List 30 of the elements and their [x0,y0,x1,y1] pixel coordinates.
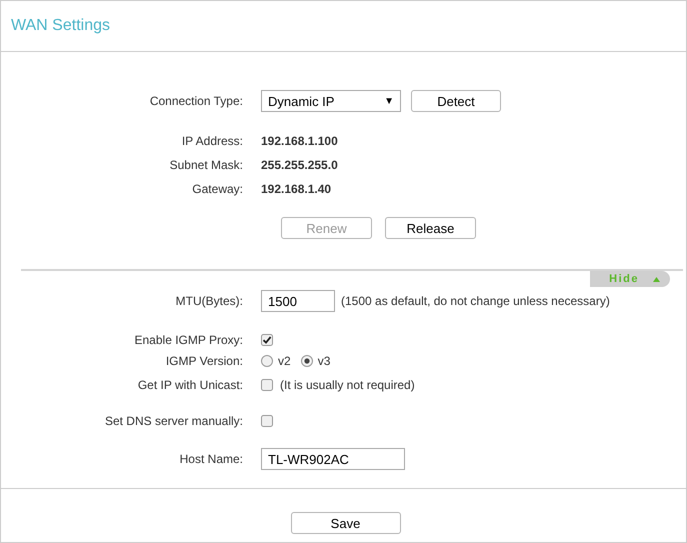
action-button[interactable]: Release [385,217,476,239]
field-label: Host Name: [178,452,244,466]
field-label: MTU(Bytes): [174,294,244,308]
field-value: 192.168.1.40 [261,182,332,196]
detect-button[interactable]: Detect [411,90,501,112]
checkbox[interactable] [261,415,273,427]
page-title: WAN Settings [11,17,110,35]
field-label: Gateway: [191,182,244,196]
field-label: Connection Type: [148,94,244,108]
field-label: Enable IGMP Proxy: [134,333,244,347]
field-label: IP Address: [180,134,244,148]
field-value: 192.168.1.100 [261,134,338,148]
radio-label: v3 [318,354,330,368]
caret-icon [653,276,660,282]
checkbox[interactable] [261,334,273,346]
checkbox[interactable] [261,379,273,391]
hint-text: (It is usually not required) [280,378,415,392]
radio-button[interactable] [261,355,273,367]
field-label: IGMP Version: [164,354,244,368]
host-name-input[interactable]: TL-WR902AC [261,448,405,470]
save-button[interactable]: Save [290,512,400,534]
field-label: Set DNS server manually: [104,414,244,428]
hint-text: (1500 as default, do not change unless necessary) [341,294,610,308]
radio-button[interactable] [300,355,313,367]
mtu-input[interactable]: 1500 [261,290,335,312]
field-value: 255.255.255.0 [261,158,338,172]
radio-label: v2 [278,354,291,368]
field-label: Subnet Mask: [168,158,244,172]
connection-type-dropdown[interactable]: Dynamic IP ▼ [261,90,401,112]
field-label: Get IP with Unicast: [136,378,244,392]
